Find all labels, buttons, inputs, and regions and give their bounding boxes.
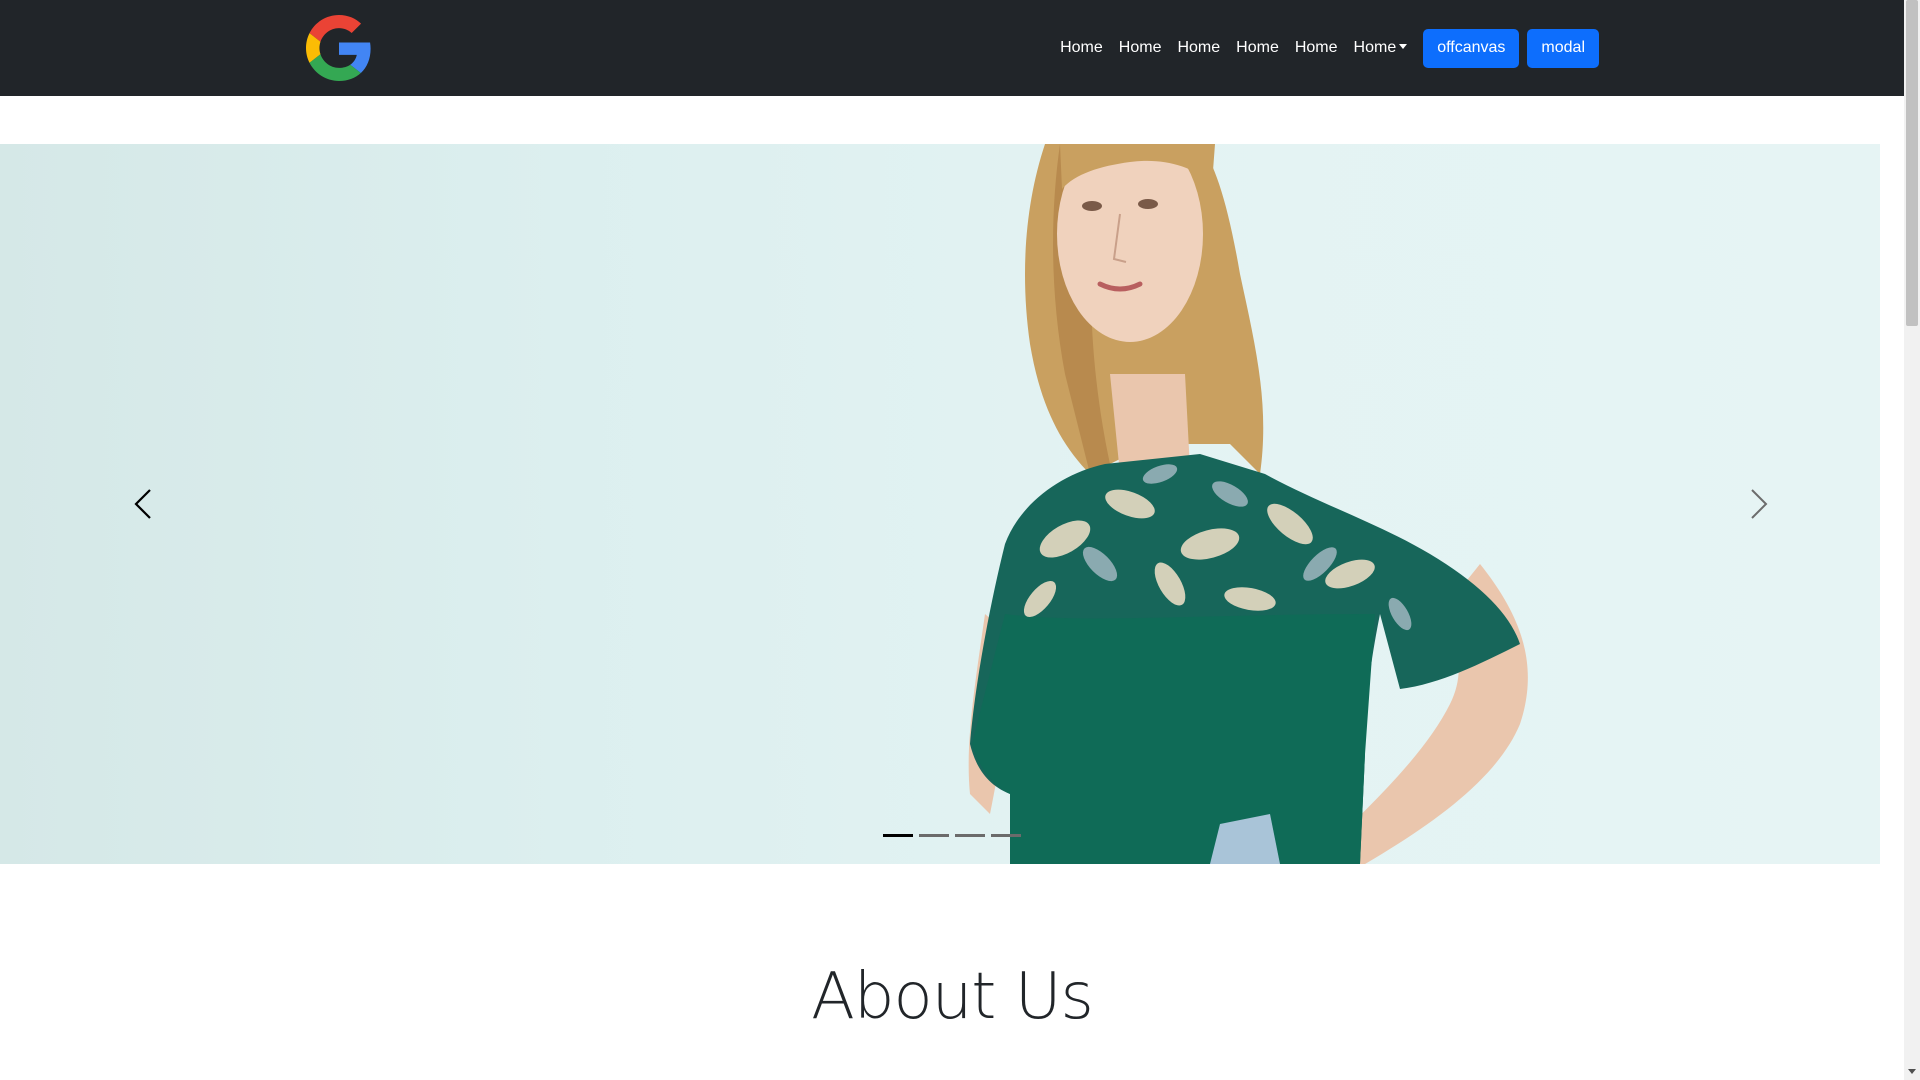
carousel-indicator-3[interactable]	[955, 834, 985, 837]
offcanvas-button[interactable]: offcanvas	[1423, 28, 1520, 68]
carousel-indicator-4[interactable]	[991, 834, 1021, 837]
carousel-next-button[interactable]	[1719, 464, 1799, 544]
page-scrollbar[interactable]	[1904, 0, 1920, 1080]
hero-carousel	[0, 144, 1880, 864]
scroll-down-arrow-icon[interactable]	[1908, 1069, 1916, 1074]
nav-link-home-2[interactable]: Home	[1111, 39, 1170, 57]
nav-link-home-4[interactable]: Home	[1228, 39, 1287, 57]
chevron-right-icon	[1751, 489, 1768, 519]
carousel-indicator-2[interactable]	[919, 834, 949, 837]
caret-down-icon	[1399, 44, 1408, 49]
scrollbar-thumb[interactable]	[1906, 0, 1918, 326]
about-us-heading: About Us	[811, 960, 1094, 1034]
nav-links: Home Home Home Home Home Home offcanvas …	[1052, 28, 1599, 68]
nav-link-home-1[interactable]: Home	[1052, 39, 1111, 57]
modal-button[interactable]: modal	[1527, 28, 1599, 68]
nav-link-home-5[interactable]: Home	[1287, 39, 1346, 57]
google-g-logo-icon[interactable]	[306, 15, 372, 81]
carousel-indicators	[883, 834, 1021, 837]
carousel-prev-button[interactable]	[103, 464, 183, 544]
chevron-left-icon	[134, 489, 151, 519]
carousel-indicator-1[interactable]	[883, 834, 913, 837]
navbar: Home Home Home Home Home Home offcanvas …	[0, 0, 1904, 96]
carousel-slide-image	[968, 144, 1528, 864]
nav-dropdown-label: Home	[1353, 39, 1397, 56]
nav-dropdown-home[interactable]: Home	[1346, 39, 1416, 57]
nav-link-home-3[interactable]: Home	[1169, 39, 1228, 57]
